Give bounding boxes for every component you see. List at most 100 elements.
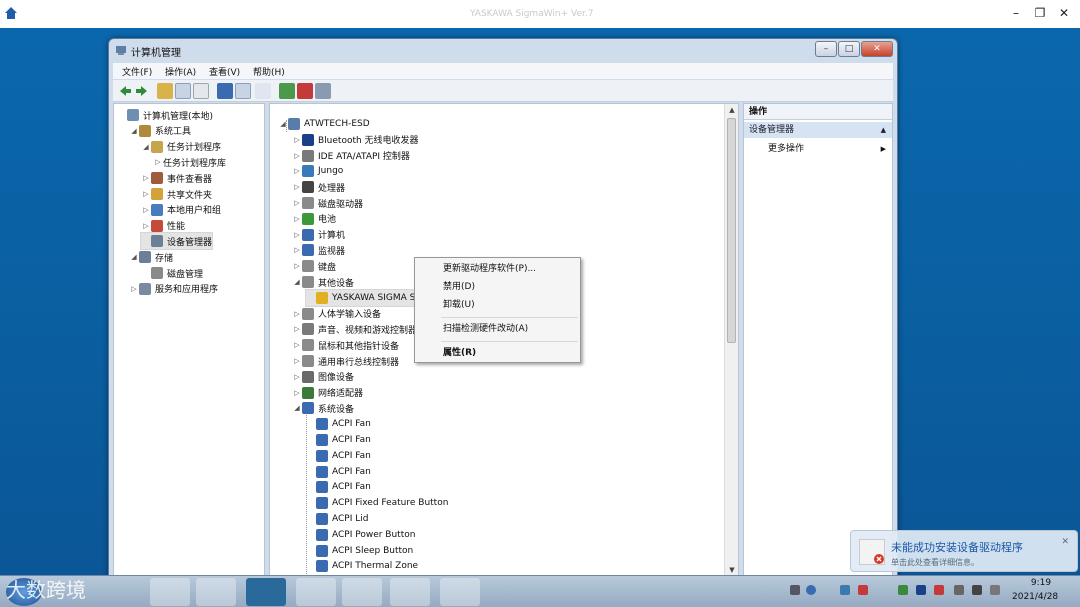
menu-properties[interactable]: 属性(R) xyxy=(417,344,578,362)
expand-toggle-icon[interactable]: ◢ xyxy=(292,404,302,412)
host-close-button[interactable]: ✕ xyxy=(1054,5,1074,21)
console-tree-icon[interactable] xyxy=(175,83,191,99)
expand-toggle-icon[interactable]: ◢ xyxy=(278,120,288,128)
expand-toggle-icon[interactable]: ▷ xyxy=(292,310,302,318)
device_tree-row[interactable]: ▷ Jungo xyxy=(292,163,343,179)
device_tree-row[interactable]: ACPI Sleep Button xyxy=(306,543,413,559)
device_tree-row[interactable]: ▷ 网络适配器 xyxy=(292,385,363,401)
back-icon[interactable] xyxy=(117,83,133,99)
tray-device-error-icon[interactable] xyxy=(858,585,868,595)
update-driver-icon[interactable] xyxy=(279,83,295,99)
expand-toggle-icon[interactable]: ▷ xyxy=(141,222,151,230)
maximize-button[interactable]: □ xyxy=(838,41,860,57)
expand-toggle-icon[interactable]: ▷ xyxy=(292,325,302,333)
notification-close-button[interactable]: ✕ xyxy=(1061,537,1069,547)
help-icon[interactable] xyxy=(217,83,233,99)
menu-uninstall[interactable]: 卸载(U) xyxy=(417,296,578,314)
left_tree-row[interactable]: ▷ 事件查看器 xyxy=(141,170,212,186)
uninstall-icon[interactable] xyxy=(297,83,313,99)
expand-toggle-icon[interactable]: ▷ xyxy=(292,231,302,239)
forward-icon[interactable] xyxy=(134,83,150,99)
device_tree-row[interactable]: ACPI Fan xyxy=(306,448,371,464)
left_tree-row[interactable]: ▷ 服务和应用程序 xyxy=(129,281,218,297)
device_tree-row[interactable]: ▷ 监视器 xyxy=(292,242,345,258)
actions-section-device-manager[interactable]: 设备管理器 ▲ xyxy=(744,122,892,138)
device_tree-row[interactable]: ◢ 系统设备 xyxy=(292,400,354,416)
menu-scan-hardware[interactable]: 扫描检测硬件改动(A) xyxy=(417,320,578,338)
up-folder-icon[interactable] xyxy=(157,83,173,99)
expand-toggle-icon[interactable]: ◢ xyxy=(129,253,139,261)
menu-file[interactable]: 文件(F) xyxy=(122,65,152,78)
driver-install-notification[interactable]: 未能成功安装设备驱动程序 单击此处查看详细信息。 ✕ xyxy=(850,530,1078,572)
device_tree-row[interactable]: ▷ 鼠标和其他指针设备 xyxy=(292,337,399,353)
menu-view[interactable]: 查看(V) xyxy=(209,65,240,78)
expand-toggle-icon[interactable]: ▷ xyxy=(292,199,302,207)
window-titlebar[interactable]: 计算机管理 – □ ✕ xyxy=(109,39,897,61)
host-restore-button[interactable]: ❐ xyxy=(1030,5,1050,21)
tray-battery-icon[interactable] xyxy=(954,585,964,595)
device_tree-row[interactable]: ▷ 声音、视频和游戏控制器 xyxy=(292,321,417,337)
expand-toggle-icon[interactable]: ◢ xyxy=(129,127,139,135)
expand-toggle-icon[interactable]: ▷ xyxy=(141,206,151,214)
left_tree-row[interactable]: ▷ 共享文件夹 xyxy=(141,186,212,202)
pdf-icon[interactable] xyxy=(440,578,480,606)
minimize-button[interactable]: – xyxy=(815,41,837,57)
toolbox-icon[interactable] xyxy=(296,578,336,606)
export-list-icon[interactable] xyxy=(193,83,209,99)
expand-toggle-icon[interactable]: ▷ xyxy=(292,262,302,270)
device_tree-row[interactable]: ▷ 磁盘驱动器 xyxy=(292,195,363,211)
expand-toggle-icon[interactable]: ▷ xyxy=(292,373,302,381)
expand-toggle-icon[interactable]: ▷ xyxy=(292,183,302,191)
left_tree-row[interactable]: ◢ 存储 xyxy=(129,249,173,265)
scan-hardware-icon[interactable] xyxy=(255,83,271,99)
collapse-arrow-icon[interactable]: ▲ xyxy=(881,122,886,138)
expand-toggle-icon[interactable]: ▷ xyxy=(292,341,302,349)
tray-bluetooth-icon[interactable] xyxy=(916,585,926,595)
tray-signal-icon[interactable] xyxy=(990,585,1000,595)
device_tree-row[interactable]: ◢ ATWTECH-ESD xyxy=(278,116,370,132)
tray-help-icon[interactable] xyxy=(806,585,816,595)
tray-security-icon[interactable] xyxy=(898,585,908,595)
tray-keyboard-icon[interactable] xyxy=(790,585,800,595)
expand-toggle-icon[interactable]: ▷ xyxy=(292,389,302,397)
left_tree-row[interactable]: ▷ 本地用户和组 xyxy=(141,202,221,218)
tray-volume-icon[interactable] xyxy=(972,585,982,595)
action-pane-icon[interactable] xyxy=(235,83,251,99)
close-button[interactable]: ✕ xyxy=(861,41,893,57)
expand-toggle-icon[interactable]: ◢ xyxy=(292,278,302,286)
expand-toggle-icon[interactable]: ▷ xyxy=(292,152,302,160)
ie-icon[interactable] xyxy=(150,578,190,606)
left_tree-row[interactable]: 设备管理器 xyxy=(139,232,214,251)
device_tree-row[interactable]: ◢ 其他设备 xyxy=(292,274,354,290)
expand-toggle-icon[interactable]: ▷ xyxy=(292,357,302,365)
chrome-icon[interactable] xyxy=(196,578,236,606)
left_tree-row[interactable]: 计算机管理(本地) xyxy=(117,107,213,123)
left_tree-row[interactable]: ▷ 任务计划程序库 xyxy=(153,154,226,170)
explorer-icon[interactable] xyxy=(342,578,382,606)
device_tree-row[interactable]: ACPI Fan xyxy=(306,432,371,448)
device_tree-row[interactable]: ▷ 图像设备 xyxy=(292,369,354,385)
scroll-thumb[interactable] xyxy=(727,118,736,343)
left_tree-row[interactable]: ◢ 系统工具 xyxy=(129,123,191,139)
expand-toggle-icon[interactable]: ◢ xyxy=(141,143,151,151)
device_tree-row[interactable]: ACPI Fan xyxy=(306,479,371,495)
more-actions-item[interactable]: 更多操作 ▶ xyxy=(744,141,892,157)
device-tree-scrollbar[interactable]: ▲ ▼ xyxy=(724,104,738,577)
device_tree-row[interactable]: ▷ 人体学输入设备 xyxy=(292,306,381,322)
device_tree-row[interactable]: ▷ 键盘 xyxy=(292,258,336,274)
clock-date[interactable]: 2021/4/28 xyxy=(1012,592,1058,602)
expand-toggle-icon[interactable]: ▷ xyxy=(129,285,139,293)
home-icon[interactable] xyxy=(4,6,18,20)
device_tree-row[interactable]: ▷ 电池 xyxy=(292,211,336,227)
device_tree-row[interactable]: ▷ Bluetooth 无线电收发器 xyxy=(292,132,419,148)
menu-help[interactable]: 帮助(H) xyxy=(253,65,285,78)
expand-toggle-icon[interactable]: ▷ xyxy=(292,136,302,144)
left_tree-row[interactable]: ▷ 性能 xyxy=(141,218,185,234)
device_tree-row[interactable]: ACPI Thermal Zone xyxy=(306,558,418,574)
device_tree-row[interactable]: ACPI Fan xyxy=(306,416,371,432)
expand-toggle-icon[interactable]: ▷ xyxy=(153,158,163,166)
menu-disable[interactable]: 禁用(D) xyxy=(417,278,578,296)
sigma-icon[interactable] xyxy=(246,578,286,606)
device_tree-row[interactable]: ACPI Power Button xyxy=(306,527,415,543)
scroll-up-arrow[interactable]: ▲ xyxy=(725,104,738,116)
